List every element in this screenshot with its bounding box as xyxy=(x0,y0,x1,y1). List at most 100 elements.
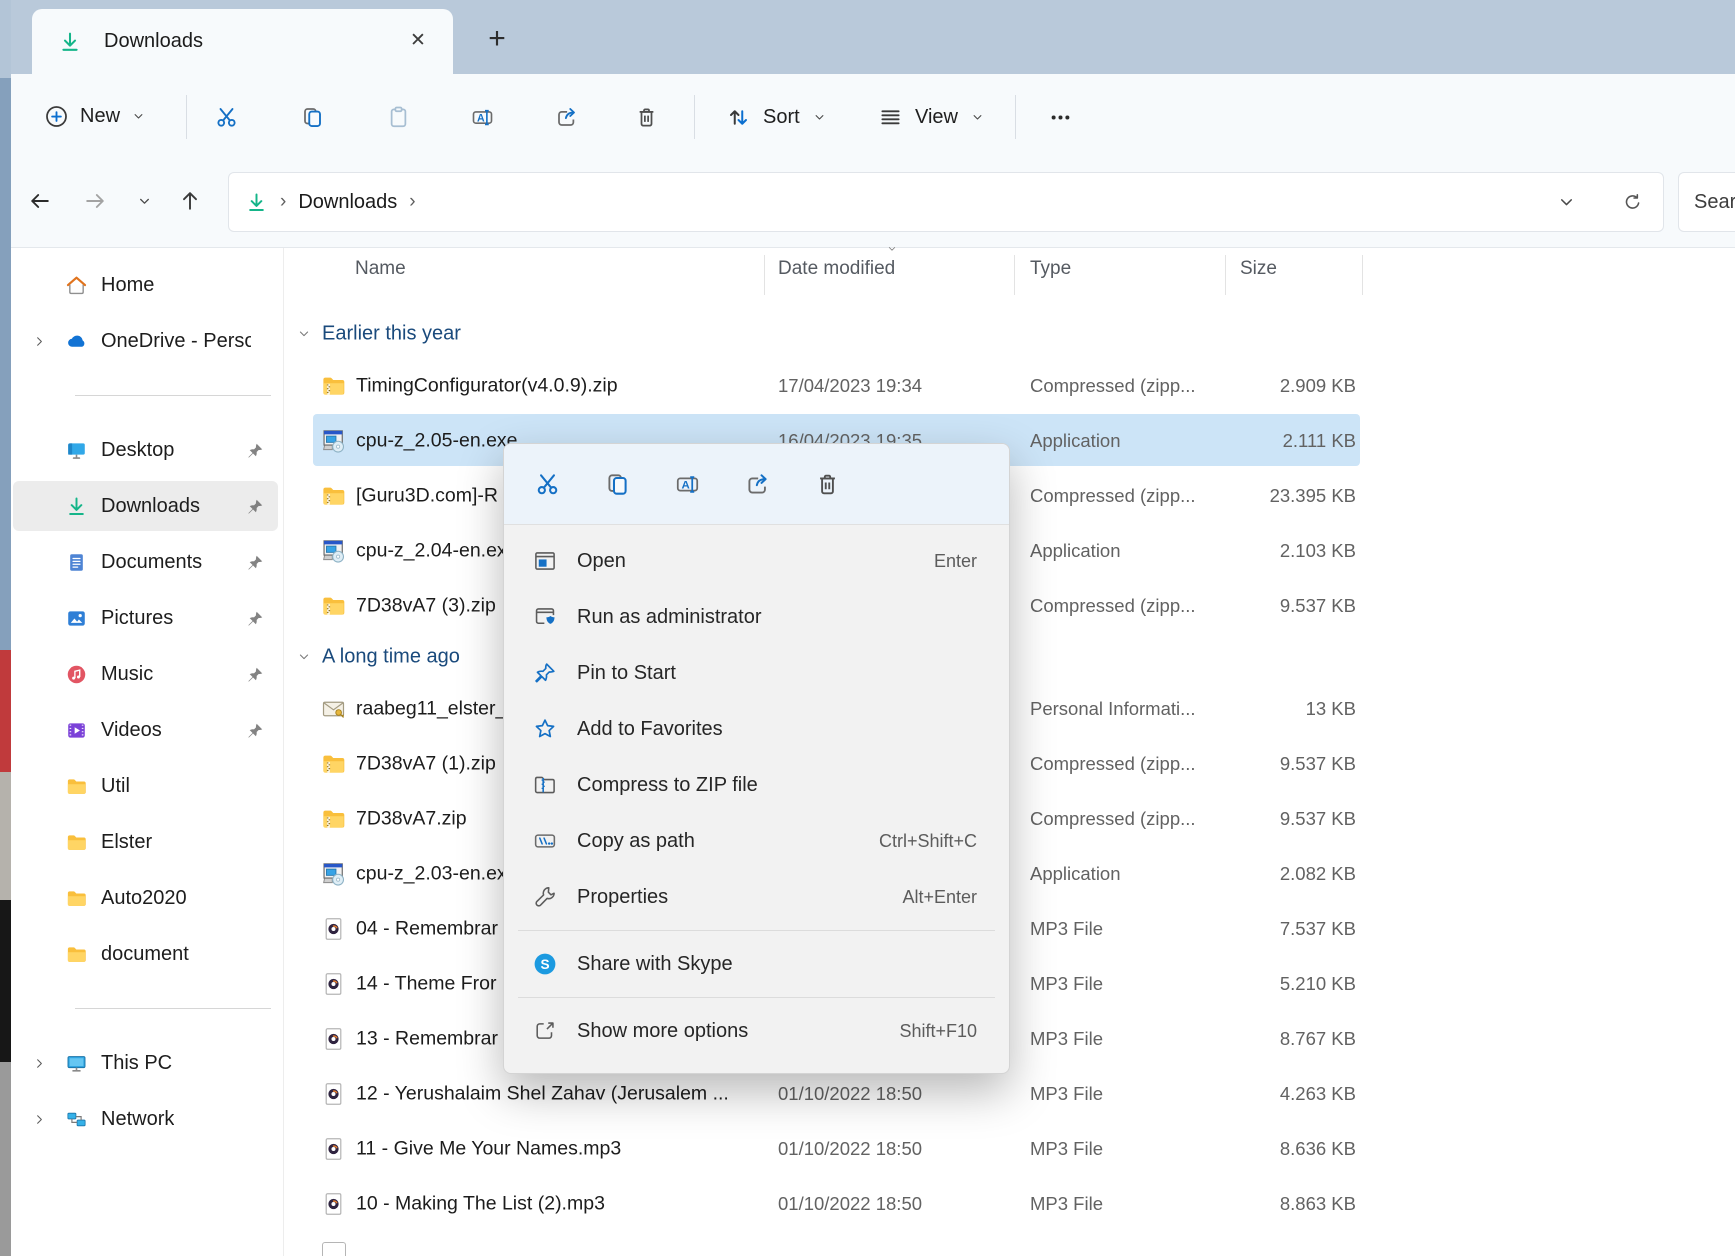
close-tab-icon[interactable]: ✕ xyxy=(400,23,436,59)
view-button[interactable]: View xyxy=(866,92,997,142)
column-separator[interactable] xyxy=(1362,255,1363,295)
pin-icon xyxy=(246,497,265,516)
breadcrumb-downloads[interactable]: Downloads xyxy=(298,191,397,214)
menu-item-run-as-administrator[interactable]: Run as administrator xyxy=(504,589,1009,645)
paste-icon xyxy=(386,105,411,130)
address-bar[interactable]: › Downloads › xyxy=(228,172,1664,232)
address-dropdown-button[interactable] xyxy=(1546,182,1586,222)
sidebar-item-music[interactable]: Music xyxy=(11,646,283,702)
menu-item-show-more-options[interactable]: Show more options Shift+F10 xyxy=(504,1003,1009,1059)
column-header-date-modified[interactable]: Date modified xyxy=(778,258,895,280)
more-options-button[interactable] xyxy=(1038,95,1082,139)
sort-direction-icon xyxy=(884,243,900,255)
forward-button[interactable] xyxy=(75,181,115,221)
sidebar-item-onedrive-persona[interactable]: OneDrive - Persona xyxy=(11,313,283,369)
paste-button[interactable] xyxy=(376,95,420,139)
sidebar: Home OneDrive - Persona Desktop Downloads Do… xyxy=(11,257,283,1147)
file-row-11-give-me-your-names-mp3[interactable]: 11 - Give Me Your Names.mp3 01/10/2022 18… xyxy=(284,1121,1735,1176)
group-label: Earlier this year xyxy=(322,322,461,345)
menu-item-add-to-favorites[interactable]: Add to Favorites xyxy=(504,701,1009,757)
sidebar-item-network[interactable]: Network xyxy=(11,1091,283,1147)
breadcrumb-chevron-icon[interactable]: › xyxy=(409,191,415,213)
zip-icon xyxy=(320,372,347,399)
back-button[interactable] xyxy=(20,181,60,221)
file-type: Personal Informati... xyxy=(1030,697,1196,719)
sort-button[interactable]: Sort xyxy=(714,92,839,142)
folder-icon xyxy=(65,831,88,854)
context-menu-items: Open Enter Run as administrator Pin to Star… xyxy=(504,525,1009,1059)
column-header-name[interactable]: Name xyxy=(355,258,406,280)
quick-share-button[interactable] xyxy=(736,463,778,505)
file-row-timingconfigurator-v4-0-9-zip[interactable]: TimingConfigurator(v4.0.9).zip 17/04/2023… xyxy=(284,358,1735,413)
sidebar-item-document[interactable]: document xyxy=(11,926,283,982)
new-button[interactable]: New xyxy=(30,87,160,145)
file-name: 7D38vA7.zip xyxy=(356,807,467,829)
column-header-type[interactable]: Type xyxy=(1030,258,1071,280)
up-button[interactable] xyxy=(170,181,210,221)
sidebar-item-label: OneDrive - Persona xyxy=(101,329,251,352)
tab-downloads[interactable]: Downloads ✕ xyxy=(32,9,453,74)
sidebar-item-label: Documents xyxy=(101,550,203,573)
expand-chevron-icon[interactable] xyxy=(26,1056,52,1071)
sidebar-item-this-pc[interactable]: This PC xyxy=(11,1035,283,1091)
desktop-background-sliver xyxy=(0,650,11,772)
menu-item-shortcut: Ctrl+Shift+C xyxy=(878,830,977,851)
file-type: MP3 File xyxy=(1030,1137,1103,1159)
sidebar-item-documents[interactable]: Documents xyxy=(11,534,283,590)
sidebar-item-desktop[interactable]: Desktop xyxy=(11,422,283,478)
chevron-down-icon[interactable] xyxy=(296,326,312,342)
file-size: 7.537 KB xyxy=(1279,917,1356,939)
sidebar-item-downloads[interactable]: Downloads xyxy=(11,478,283,534)
quick-cut-button[interactable] xyxy=(526,463,568,505)
exe-icon xyxy=(320,860,347,887)
videos-icon xyxy=(65,719,88,742)
file-size: 2.103 KB xyxy=(1279,539,1356,561)
delete-button[interactable] xyxy=(624,95,668,139)
menu-item-label: Add to Favorites xyxy=(577,717,723,740)
thispc-icon xyxy=(65,1052,88,1075)
file-row-12-yerushalaim-shel-zahav-jerusalem[interactable]: 12 - Yerushalaim Shel Zahav (Jerusalem .… xyxy=(284,1066,1735,1121)
compress-icon xyxy=(532,772,558,798)
refresh-button[interactable] xyxy=(1612,182,1652,222)
sidebar-item-label: document xyxy=(101,942,189,965)
group-header-earlier-this-year[interactable]: Earlier this year xyxy=(284,310,1735,358)
file-row-10-making-the-list-2-mp3[interactable]: 10 - Making The List (2).mp3 01/10/2022 1… xyxy=(284,1176,1735,1231)
search-input[interactable]: Searc xyxy=(1678,172,1735,232)
file-name: 04 - Remembrar xyxy=(356,917,498,939)
menu-item-copy-as-path[interactable]: Copy as path Ctrl+Shift+C xyxy=(504,813,1009,869)
column-header-size[interactable]: Size xyxy=(1240,258,1277,280)
sidebar-item-util[interactable]: Util xyxy=(11,758,283,814)
copy-button[interactable] xyxy=(290,95,334,139)
sidebar-item-pictures[interactable]: Pictures xyxy=(11,590,283,646)
admin-icon xyxy=(532,604,558,630)
menu-item-properties[interactable]: Properties Alt+Enter xyxy=(504,869,1009,925)
menu-item-share-with-skype[interactable]: S Share with Skype xyxy=(504,936,1009,992)
cut-icon xyxy=(534,471,561,498)
menu-item-open[interactable]: Open Enter xyxy=(504,533,1009,589)
menu-item-compress-to-zip-file[interactable]: Compress to ZIP file xyxy=(504,757,1009,813)
quick-rename-button[interactable]: A xyxy=(666,463,708,505)
menu-item-pin-to-start[interactable]: Pin to Start xyxy=(504,645,1009,701)
column-separator[interactable] xyxy=(1225,255,1226,295)
sidebar-item-auto2020[interactable]: Auto2020 xyxy=(11,870,283,926)
rename-button[interactable]: A xyxy=(460,95,504,139)
sidebar-item-videos[interactable]: Videos xyxy=(11,702,283,758)
quick-copy-button[interactable] xyxy=(596,463,638,505)
new-tab-button[interactable]: + xyxy=(478,20,516,58)
expand-chevron-icon[interactable] xyxy=(26,1112,52,1127)
ellipsis-icon xyxy=(1048,105,1073,130)
file-type: Application xyxy=(1030,862,1121,884)
mp3-icon xyxy=(320,970,347,997)
menu-item-shortcut: Enter xyxy=(933,550,977,571)
mp3-icon xyxy=(320,915,347,942)
recent-locations-button[interactable] xyxy=(124,181,164,221)
expand-chevron-icon[interactable] xyxy=(26,334,52,349)
quick-delete-button[interactable] xyxy=(806,463,848,505)
share-button[interactable] xyxy=(544,95,588,139)
sidebar-item-elster[interactable]: Elster xyxy=(11,814,283,870)
sidebar-item-home[interactable]: Home xyxy=(11,257,283,313)
column-separator[interactable] xyxy=(764,255,765,295)
chevron-down-icon[interactable] xyxy=(296,649,312,665)
column-separator[interactable] xyxy=(1014,255,1015,295)
cut-button[interactable] xyxy=(204,95,248,139)
